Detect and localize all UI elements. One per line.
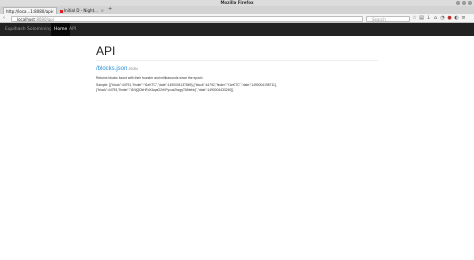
page-title: API [96,44,116,58]
endpoint-heading: /blocks.jsonJSON [96,66,138,72]
home-icon[interactable]: ⌂ [433,16,438,21]
search-placeholder: Search [372,16,386,22]
reading-list-icon[interactable]: ▤ [419,16,424,21]
url-path: :8080/api [34,16,54,22]
endpoint-link[interactable]: /blocks.json [96,66,127,72]
youtube-icon [60,9,63,13]
back-icon[interactable]: ‹ [3,14,5,23]
tab-label: Initial D - Night... [64,8,98,13]
close-tab-icon[interactable]: × [101,7,104,14]
site-brand[interactable]: Equihash Solomining [5,23,52,36]
search-input[interactable]: Search [366,15,410,22]
download-icon[interactable]: ↓ [426,16,431,21]
extension-icon[interactable]: ◐ [454,16,459,21]
navigation-bar: ‹ localhost:8080/api Search ☆ ▤ ↓ ⌂ ◔ ● … [0,14,474,23]
endpoint-sample: Sample: [{"block":44791,"finder":"t1eKTC… [96,83,277,92]
maximize-button[interactable] [462,1,466,5]
endpoint-format: JSON [128,67,138,71]
close-window-button[interactable] [468,1,472,5]
divider [96,60,378,61]
menu-icon[interactable]: ≡ [461,16,466,21]
bookmark-star-icon[interactable]: ☆ [412,16,417,21]
sample-line: {"block":44793,"finder":"t1NjQDkHFdXAqaG… [96,87,234,92]
url-host: localhost [17,16,35,22]
chat-icon[interactable]: ◔ [440,16,445,21]
endpoint-description: Returns blocks found with their founder … [96,76,204,80]
site-navbar: Equihash Solomining Home API [0,23,474,36]
url-bar[interactable]: localhost:8080/api [11,15,363,22]
nav-link-api[interactable]: API [66,23,79,36]
pocket-icon[interactable]: ● [447,16,452,21]
minimize-button[interactable] [456,1,460,5]
new-tab-icon[interactable]: + [108,6,112,13]
tab-api[interactable]: http://loca...1:8080/api × [3,7,57,14]
sample-line: Sample: [{"block":44791,"finder":"t1eKTC… [96,83,277,87]
tab-strip: http://loca...1:8080/api × Initial D - N… [0,6,474,14]
tab-initial-d[interactable]: Initial D - Night... × [58,7,106,14]
